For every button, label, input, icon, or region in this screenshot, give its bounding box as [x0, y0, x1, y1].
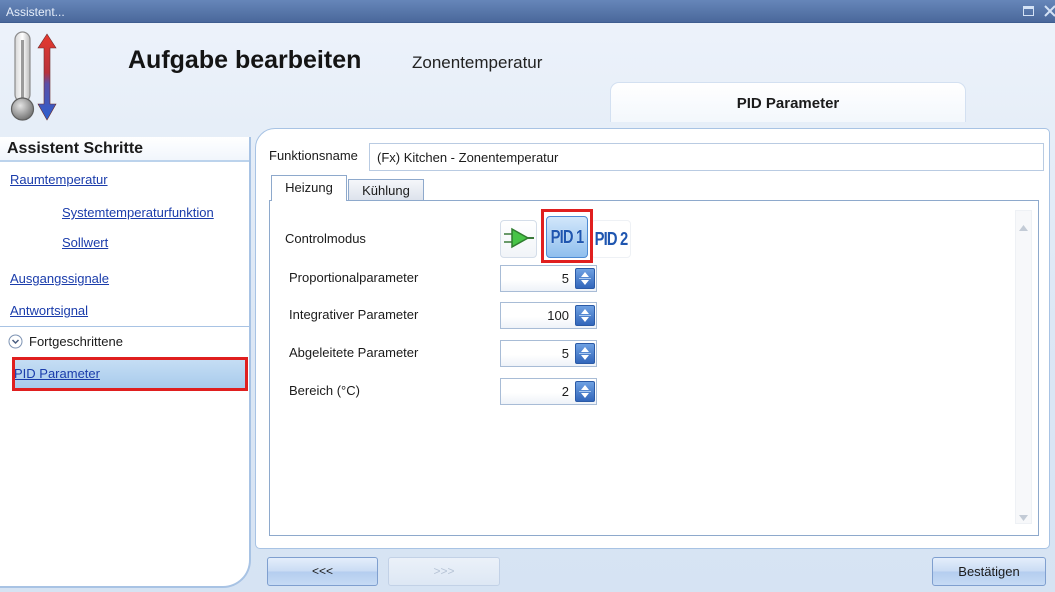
scroll-down-icon[interactable]: [1019, 509, 1028, 521]
sidebar-divider: [0, 326, 249, 327]
range-spinner[interactable]: [500, 378, 597, 405]
integrative-spinner[interactable]: [500, 302, 597, 329]
function-name-label: Funktionsname: [269, 148, 358, 163]
tab-content-heizung: Controlmodus PID 1 PID 2 Proportionalpar…: [269, 200, 1039, 536]
page-title: Aufgabe bearbeiten: [128, 46, 362, 74]
back-button[interactable]: <<<: [267, 557, 378, 586]
sidebar-item-sollwert[interactable]: Sollwert: [62, 235, 108, 251]
vertical-scrollbar[interactable]: [1015, 210, 1032, 524]
mode-option-pid2[interactable]: PID 2: [591, 220, 631, 258]
wizard-steps-sidebar: Assistent Schritte Raumtemperatur System…: [0, 137, 251, 588]
spin-buttons-icon[interactable]: [575, 268, 595, 289]
spin-buttons-icon[interactable]: [575, 343, 595, 364]
control-mode-label: Controlmodus: [285, 231, 366, 246]
sidebar-heading: Assistent Schritte: [0, 137, 249, 162]
derivative-spinner[interactable]: [500, 340, 597, 367]
mode-option-amplifier[interactable]: [500, 220, 537, 258]
main-panel: Funktionsname Controlmodus PID 1 PID 2: [255, 128, 1050, 549]
sidebar-item-ausgangssignale[interactable]: Ausgangssignale: [10, 271, 109, 287]
range-value-input[interactable]: [501, 379, 573, 404]
page-subtitle: Zonentemperatur: [412, 53, 543, 72]
chevron-down-circle-icon: [8, 334, 23, 349]
step-title-tab: PID Parameter: [610, 82, 966, 122]
title-bar: Assistent...: [0, 0, 1055, 23]
param-label-integrative: Integrativer Parameter: [289, 307, 419, 322]
mode-option-pid2-label: PID 2: [594, 228, 629, 249]
wizard-window: Assistent... Aufgabe bearbeiten Zonentem…: [0, 0, 1055, 592]
spin-buttons-icon[interactable]: [575, 381, 595, 402]
tab-heizung[interactable]: Heizung: [271, 175, 347, 201]
param-label-derivative: Abgeleitete Parameter: [289, 345, 419, 360]
proportional-spinner[interactable]: [500, 265, 597, 292]
spin-buttons-icon[interactable]: [575, 305, 595, 326]
sidebar-item-pid-parameter-label[interactable]: PID Parameter: [14, 366, 100, 382]
scroll-up-icon[interactable]: [1019, 219, 1028, 231]
sidebar-item-pid-parameter[interactable]: PID Parameter: [12, 357, 248, 391]
tab-kuehlung[interactable]: Kühlung: [348, 179, 424, 200]
thermometer-icon: [10, 30, 62, 124]
confirm-button[interactable]: Bestätigen: [932, 557, 1046, 586]
advanced-group-header[interactable]: Fortgeschrittene: [0, 333, 249, 351]
sidebar-item-antwortsignal[interactable]: Antwortsignal: [10, 303, 88, 319]
window-title: Assistent...: [6, 5, 65, 19]
proportional-value-input[interactable]: [501, 266, 573, 291]
integrative-value-input[interactable]: [501, 303, 573, 328]
param-label-proportional: Proportionalparameter: [289, 270, 419, 285]
function-name-input[interactable]: [369, 143, 1044, 171]
param-label-range: Bereich (°C): [289, 383, 360, 398]
advanced-group-label: Fortgeschrittene: [29, 334, 123, 349]
restore-icon[interactable]: [1023, 6, 1034, 16]
mode-option-pid1[interactable]: PID 1: [546, 216, 588, 258]
sidebar-item-raumtemperatur[interactable]: Raumtemperatur: [10, 172, 108, 188]
derivative-value-input[interactable]: [501, 341, 573, 366]
amplifier-icon: [503, 227, 535, 252]
next-button[interactable]: >>>: [388, 557, 500, 586]
sidebar-item-systemtemperaturfunktion[interactable]: Systemtemperaturfunktion: [62, 205, 214, 221]
mode-option-pid1-label: PID 1: [550, 226, 585, 247]
close-icon[interactable]: [1044, 5, 1055, 17]
